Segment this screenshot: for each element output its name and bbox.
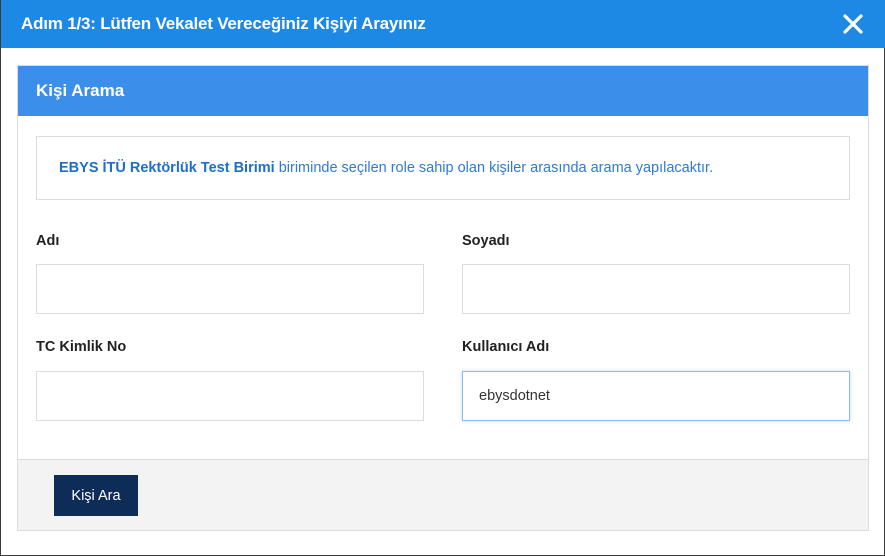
tc-no-input[interactable] [36, 371, 424, 421]
delegation-modal: Adım 1/3: Lütfen Vekalet Vereceğiniz Kiş… [0, 0, 885, 556]
panel-footer: Kişi Ara [18, 459, 868, 530]
last-name-label: Soyadı [462, 233, 510, 249]
username-label: Kullanıcı Adı [462, 339, 550, 355]
close-icon[interactable] [842, 13, 864, 35]
search-person-button[interactable]: Kişi Ara [54, 475, 138, 516]
username-input[interactable] [462, 371, 850, 421]
first-name-input[interactable] [36, 264, 424, 314]
panel-header: Kişi Arama [18, 66, 868, 116]
modal-title: Adım 1/3: Lütfen Vekalet Vereceğiniz Kiş… [21, 14, 426, 33]
panel-title: Kişi Arama [36, 81, 125, 100]
modal-header: Adım 1/3: Lütfen Vekalet Vereceğiniz Kiş… [1, 0, 885, 48]
unit-name: EBYS İTÜ Rektörlük Test Birimi [59, 160, 275, 176]
last-name-input[interactable] [462, 264, 850, 314]
tc-no-label: TC Kimlik No [36, 339, 127, 355]
info-text: biriminde seçilen role sahip olan kişile… [274, 160, 714, 176]
person-search-panel: Kişi Arama EBYS İTÜ Rektörlük Test Birim… [17, 65, 869, 531]
info-message: EBYS İTÜ Rektörlük Test Birimi biriminde… [36, 136, 850, 200]
first-name-label: Adı [36, 233, 60, 249]
